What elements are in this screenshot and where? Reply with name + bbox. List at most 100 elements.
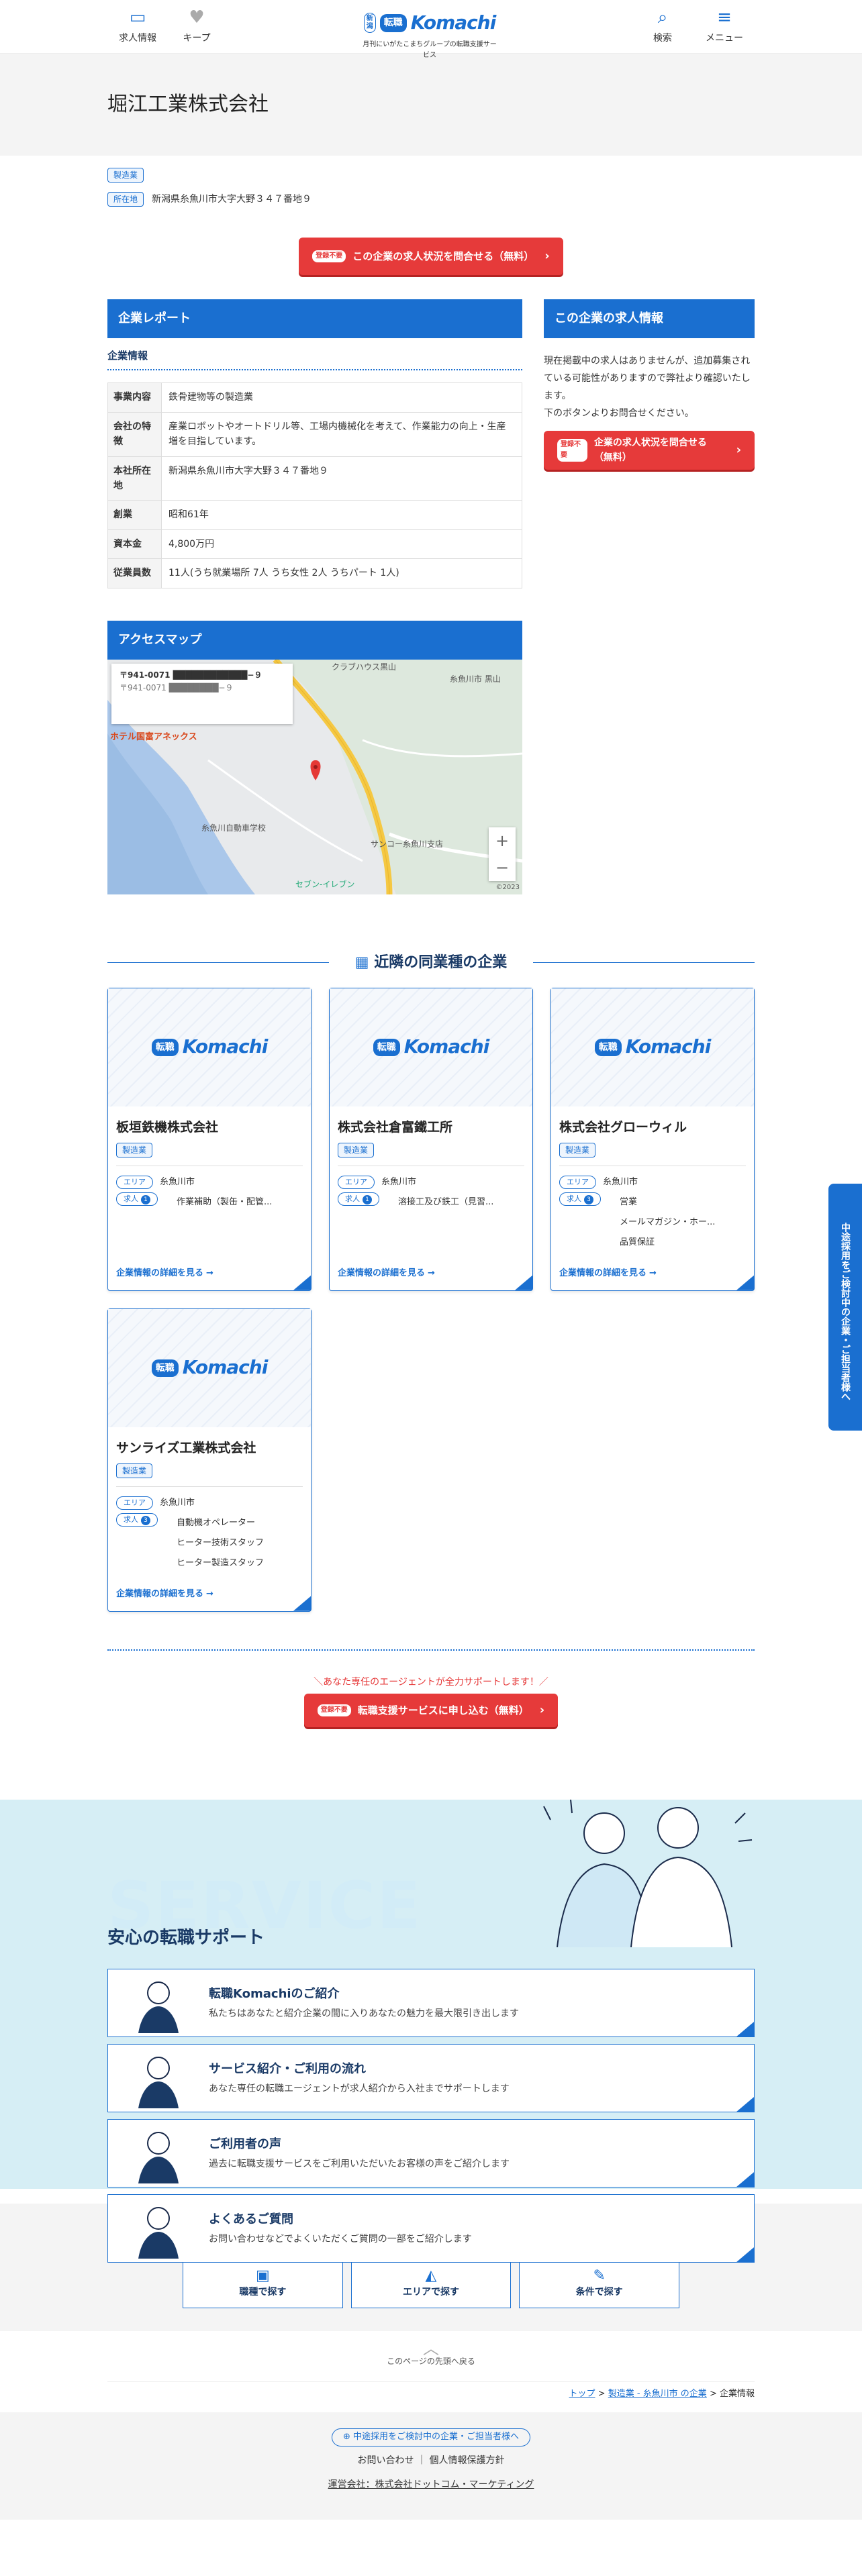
pin-icon: ✎ [593,2267,606,2285]
company-card[interactable]: 転職Komachi サンライズ工業株式会社製造業エリア糸魚川市求人3 自動機オペレー… [107,1308,312,1612]
company-info-table: 事業内容 鉄骨建物等の製造業 会社の特徴 産業ロボットやオートドリル等、工場内機械化を… [107,382,522,588]
side-heading: この企業の求人情報 [544,299,755,339]
service-title: よくあるご質問 [209,2212,293,2226]
job-item: 溶接工及び鉄工（見習... [398,1192,493,1213]
service-title: サービス紹介・ご利用の流れ [209,2061,366,2076]
company-logo-placeholder: 転職 Komachi [108,988,311,1106]
recruiter-link[interactable]: ⊕ 中途採用をご検討中の企業・ご担当者様へ [331,2428,531,2446]
industry-tag: 製造業 [338,1143,375,1158]
nav-search[interactable]: ⌕ 検索 [632,7,693,46]
job-count-badge: 3 [584,1194,593,1204]
job-count-badge: 3 [141,1515,150,1525]
service-item[interactable]: よくあるご質問お問い合わせなどでよくいただくご質問の一部をご紹介します [107,2194,755,2263]
zoom-in-button[interactable]: + [489,827,516,854]
info-row: 創業 昭和61年 [107,500,522,530]
recruiter-side-tab[interactable]: 中途採用をご検討中の企業・ご担当者様へ [828,1184,862,1431]
logo-name: Komachi [403,1035,490,1058]
contact-link[interactable]: お問い合わせ [358,2455,414,2466]
company-report: 企業レポート 企業情報 事業内容 鉄骨建物等の製造業 会社の特徴 産業ロボットやオート… [107,299,522,894]
privacy-link[interactable]: 個人情報保護方針 [429,2455,504,2466]
info-row: 従業員数 11人(うち就業場所 7人 うち女性 2人 うちパート 1人) [107,558,522,588]
access-map[interactable]: 〒941-0071 ████████████−９ 〒941-0071 █████… [107,659,522,894]
job-info-sidebar: この企業の求人情報 現在掲載中の求人はありませんが、追加募集されている可能性があ… [544,299,755,894]
page-top-link[interactable]: ︿ このページの先頭へ戻る [0,2340,862,2368]
info-value: 産業ロボットやオートドリル等、工場内機械化を考えて、作業能力の向上・生産増を目指… [161,411,522,457]
report-heading: 企業レポート [107,299,522,339]
corner-decoration [736,2172,754,2187]
company-card[interactable]: 転職Komachi 株式会社倉富鐵工所製造業エリア糸魚川市求人1 溶接工及び鉄工（見… [329,987,533,1291]
side-inquiry-button[interactable]: 登録不要 企業の求人状況を問合せる（無料） › [544,430,755,470]
hamburger-icon: ≡ [717,7,732,28]
service-item[interactable]: 転職Komachiのご紹介 私たちはあなたと紹介企業の間に入りあなたの魅力を最大限… [107,1969,755,2038]
corner-decoration [736,2022,754,2037]
chevron-right-circle-icon: ⊕ [342,2432,350,2442]
operator-link[interactable]: 運営会社：株式会社ドットコム・マーケティング [328,2479,534,2490]
company-name: サンライズ工業株式会社 [116,1440,256,1455]
apply-support-button[interactable]: 登録不要 転職支援サービスに申し込む（無料） › [303,1694,559,1728]
job-count-badge: 1 [141,1194,150,1204]
job-count-badge: 1 [363,1194,372,1204]
job-item: 営業 [620,1192,715,1213]
site-logo[interactable]: 新潟 転職 Komachi 月刊にいがたこまちグループの転職支援サービス [361,8,498,61]
service-illustration [108,2045,209,2112]
arrow-right-icon: → [206,1268,213,1278]
info-label: 資本金 [107,529,162,560]
service-item[interactable]: ご利用者の声 過去に転職支援サービスをご利用いただいたお客様の声をご紹介します [107,2119,755,2188]
card-detail-link: 企業情報の詳細を見る → [338,1268,435,1278]
service-item[interactable]: サービス紹介・ご利用の流れあなた専任の転職エージェントが求人紹介から入社までサポ… [107,2044,755,2113]
logo-mark: 転職 [151,1359,179,1377]
job-list: 作業補助（製缶・配管... [164,1192,272,1213]
company-card[interactable]: 転職Komachi 板垣鉄機株式会社製造業エリア糸魚川市求人1 作業補助（製缶・配管… [107,987,312,1291]
service-illustration [108,1969,209,2037]
chevron-right-icon: › [736,442,741,457]
site-footer: ⊕ 中途採用をご検討中の企業・ご担当者様へ お問い合わせ ｜ 個人情報保護方針 … [0,2412,862,2520]
job-item: ヒーター技術スタッフ [177,1533,264,1553]
nav-keep[interactable]: ♥ キープ [166,7,227,46]
zoom-out-button[interactable]: − [489,854,516,881]
info-label: 会社の特徴 [107,411,162,457]
job-item: ヒーター製造スタッフ [177,1553,264,1574]
service-desc: お問い合わせなどでよくいただくご質問の一部をご紹介します [209,2234,472,2245]
job-item: 品質保証 [620,1233,715,1253]
nearby-companies: 転職Komachi板垣鉄機株式会社製造業エリア糸魚川市求人1作業補助（製缶・配管… [107,987,755,1612]
person-illustration-icon [138,2057,179,2109]
company-logo-placeholder: 転職 Komachi [551,988,754,1106]
arrow-right-icon: → [428,1268,435,1278]
breadcrumb-top[interactable]: トップ [569,2389,595,2399]
service-desc: 過去に転職支援サービスをご利用いただいたお客様の声をご紹介します [209,2159,510,2170]
site-header: ▭ 求人情報 ♥ キープ 新潟 転職 Komachi 月刊にいがたこまちグループの転職支… [0,0,862,59]
company-card[interactable]: 転職Komachi 株式会社グローウィル製造業エリア糸魚川市求人3 営業メールマガジ… [550,987,755,1291]
job-list: 自動機オペレーターヒーター技術スタッフヒーター製造スタッフ [164,1513,264,1574]
area-label: エリア [116,1176,153,1190]
service-list: 転職Komachiのご紹介 私たちはあなたと紹介企業の間に入りあなたの魅力を最大限… [107,1969,755,2269]
job-label: 求人 3 [559,1192,601,1206]
nav-jobs[interactable]: ▭ 求人情報 [107,7,168,46]
divider [107,1649,755,1651]
logo-mark: 転職 [151,1038,179,1056]
info-row: 会社の特徴 産業ロボットやオートドリル等、工場内機械化を考えて、作業能力の向上・生… [107,411,522,457]
job-list: 営業メールマガジン・ホー...品質保証 [608,1192,715,1253]
info-label: 本社所在地 [107,456,162,501]
chevron-right-icon: › [539,1702,545,1717]
company-logo-placeholder: 転職 Komachi [108,1308,311,1427]
job-item: メールマガジン・ホー... [620,1213,715,1233]
person-illustration-icon [138,2132,179,2184]
map-zoom[interactable]: + − [489,827,516,881]
area-value: 糸魚川市 [603,1177,638,1188]
card-detail-link: 企業情報の詳細を見る → [559,1268,657,1278]
logo-name: Komachi [182,1356,269,1379]
map-icon: ◭ [425,2267,437,2285]
corner-decoration [293,1596,311,1611]
breadcrumb: トップ > 製造業 - 糸魚川市 の企業 > 企業情報 [107,2381,755,2402]
service-illustration [108,2195,209,2262]
service-desc: あなた専任の転職エージェントが求人紹介から入社までサポートします [209,2083,510,2095]
logo-mark: 転職 [594,1038,622,1056]
info-label: 従業員数 [107,558,162,588]
info-row: 事業内容 鉄骨建物等の製造業 [107,382,522,413]
logo-mark: 転職 [373,1038,400,1056]
inquiry-button[interactable]: 登録不要 この企業の求人状況を問合せる（無料） › [299,238,563,276]
corner-decoration [293,1275,311,1290]
nav-menu[interactable]: ≡ メニュー [694,7,755,46]
breadcrumb-category[interactable]: 製造業 - 糸魚川市 の企業 [608,2389,707,2399]
monitor-icon: ▭ [129,7,146,28]
